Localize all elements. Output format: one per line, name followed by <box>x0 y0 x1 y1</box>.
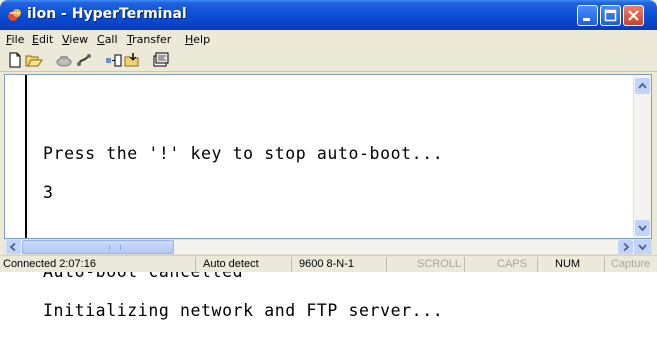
disconnect-icon[interactable] <box>75 52 93 68</box>
status-num: NUM <box>538 257 605 272</box>
window-title: ilon - HyperTerminal <box>27 6 187 22</box>
status-bar: Connected 2:07:16 Auto detect 9600 8-N-1… <box>0 255 657 272</box>
terminal-screen[interactable]: Press the '!' key to stop auto-boot... 3… <box>4 74 652 319</box>
receive-icon[interactable] <box>124 52 142 68</box>
menu-label: ransfer <box>132 33 172 46</box>
menu-label: ile <box>11 33 25 46</box>
maximize-button[interactable] <box>600 5 621 26</box>
terminal-line: Press the '!' key to stop auto-boot... <box>43 144 444 163</box>
terminal-cursor-column <box>25 75 36 238</box>
menu-label: all <box>104 33 118 46</box>
menu-label: iew <box>69 33 89 46</box>
close-button[interactable] <box>623 5 644 26</box>
terminal-output: Press the '!' key to stop auto-boot... 3… <box>43 121 443 343</box>
scroll-grip <box>109 245 121 250</box>
connect-icon[interactable] <box>55 52 73 68</box>
menu-label: dit <box>38 33 54 46</box>
menu-help[interactable]: Help <box>185 33 210 46</box>
scroll-down-corner-button[interactable] <box>634 240 651 254</box>
scroll-thumb[interactable] <box>22 240 174 254</box>
menu-file[interactable]: File <box>6 33 24 46</box>
scroll-right-button[interactable] <box>618 240 633 254</box>
minimize-button[interactable] <box>577 5 598 26</box>
scroll-down-button[interactable] <box>635 220 650 236</box>
new-icon[interactable] <box>6 52 24 68</box>
menu-view[interactable]: View <box>62 33 88 46</box>
send-icon[interactable] <box>104 52 122 68</box>
status-settings: 9600 8-N-1 <box>292 257 387 272</box>
menu-accel: C <box>97 33 105 46</box>
menu-bar: File Edit View Call Transfer Help <box>0 30 657 50</box>
menu-accel: E <box>32 33 39 46</box>
terminal-line: 3 <box>43 183 54 202</box>
status-connected: Connected 2:07:16 <box>0 257 196 272</box>
properties-icon[interactable] <box>152 52 170 68</box>
toolbar <box>0 50 657 72</box>
terminal-line: Initializing network and FTP server... <box>43 301 444 320</box>
status-caps: CAPS <box>465 257 538 272</box>
menu-edit[interactable]: Edit <box>32 33 53 46</box>
status-scroll: SCROLL <box>387 257 465 272</box>
menu-call[interactable]: Call <box>97 33 118 46</box>
menu-transfer[interactable]: Transfer <box>127 33 171 46</box>
title-bar[interactable]: ilon - HyperTerminal <box>0 0 657 30</box>
hyperterminal-icon[interactable] <box>7 7 23 23</box>
scroll-up-button[interactable] <box>635 78 650 94</box>
status-capture: Capture <box>611 258 651 270</box>
vertical-scrollbar[interactable] <box>633 75 651 238</box>
horizontal-scrollbar[interactable] <box>4 239 652 255</box>
hyperterminal-window: ilon - HyperTerminal File Edit View Call… <box>0 0 657 319</box>
status-detect: Auto detect <box>196 257 292 272</box>
open-icon[interactable] <box>25 52 43 68</box>
scroll-left-button[interactable] <box>6 240 21 254</box>
menu-label: elp <box>193 33 211 46</box>
